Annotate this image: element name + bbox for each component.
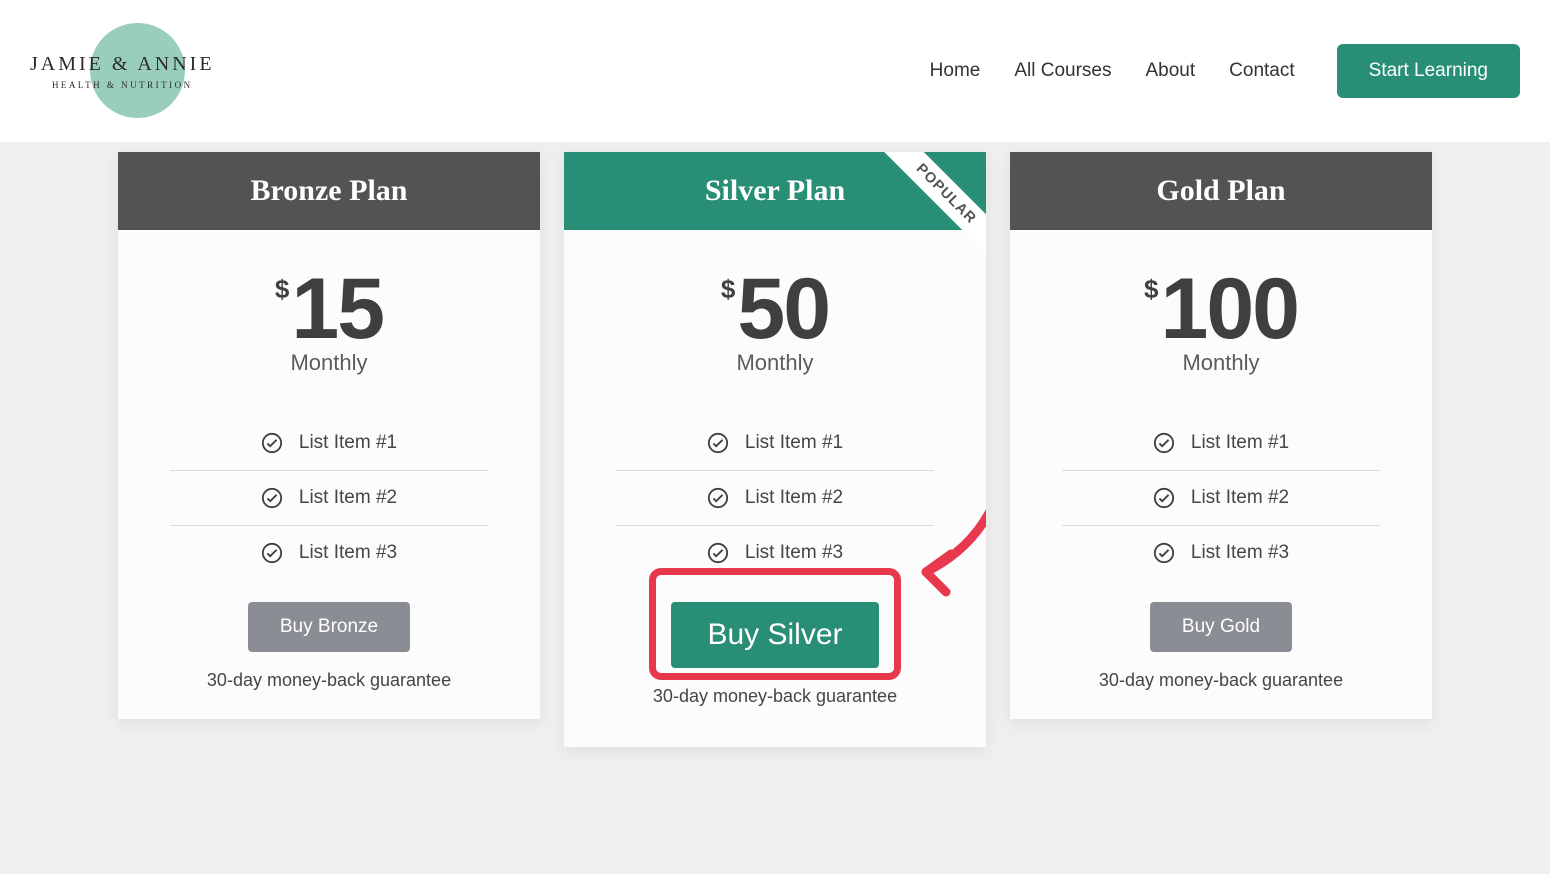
feature-item: List Item #1 (1062, 416, 1380, 471)
feature-item: List Item #2 (616, 471, 934, 526)
site-header: JAMIE & ANNIE HEALTH & NUTRITION Home Al… (0, 0, 1550, 142)
buy-bronze-button[interactable]: Buy Bronze (248, 602, 410, 652)
feature-label: List Item #1 (745, 432, 843, 454)
pricing-table: Bronze Plan $ 15 Monthly List Item #1 Li… (0, 142, 1550, 787)
brand-tagline: HEALTH & NUTRITION (30, 80, 215, 90)
price-amount: 15 (291, 266, 383, 352)
billing-period: Monthly (138, 350, 520, 376)
feature-label: List Item #1 (299, 432, 397, 454)
currency-symbol: $ (1144, 276, 1158, 302)
nav-contact[interactable]: Contact (1229, 60, 1294, 82)
feature-label: List Item #1 (1191, 432, 1289, 454)
feature-item: List Item #2 (1062, 471, 1380, 526)
nav-about[interactable]: About (1146, 60, 1196, 82)
check-icon (261, 432, 283, 454)
price-block: $ 50 Monthly (564, 230, 986, 386)
currency-symbol: $ (721, 276, 735, 302)
feature-list: List Item #1 List Item #2 List Item #3 (616, 416, 934, 580)
price-amount: 100 (1160, 266, 1298, 352)
buy-silver-button[interactable]: Buy Silver (671, 602, 878, 668)
feature-label: List Item #2 (1191, 487, 1289, 509)
start-learning-button[interactable]: Start Learning (1337, 44, 1520, 98)
plan-card-gold: Gold Plan $ 100 Monthly List Item #1 Lis… (1010, 152, 1432, 719)
brand-name: JAMIE & ANNIE (30, 53, 215, 76)
plan-card-bronze: Bronze Plan $ 15 Monthly List Item #1 Li… (118, 152, 540, 719)
feature-label: List Item #3 (299, 542, 397, 564)
plan-title: Gold Plan (1010, 152, 1432, 230)
guarantee-text: 30-day money-back guarantee (1010, 670, 1432, 691)
check-icon (261, 487, 283, 509)
nav-home[interactable]: Home (930, 60, 981, 82)
currency-symbol: $ (275, 276, 289, 302)
price-block: $ 15 Monthly (118, 230, 540, 386)
feature-item: List Item #3 (1062, 526, 1380, 580)
feature-list: List Item #1 List Item #2 List Item #3 (170, 416, 488, 580)
nav-courses[interactable]: All Courses (1014, 60, 1111, 82)
main-nav: Home All Courses About Contact Start Lea… (930, 44, 1520, 98)
check-icon (1153, 487, 1175, 509)
price-block: $ 100 Monthly (1010, 230, 1432, 386)
feature-label: List Item #2 (745, 487, 843, 509)
feature-item: List Item #3 (616, 526, 934, 580)
check-icon (1153, 432, 1175, 454)
brand-logo[interactable]: JAMIE & ANNIE HEALTH & NUTRITION (30, 21, 240, 121)
feature-label: List Item #2 (299, 487, 397, 509)
guarantee-text: 30-day money-back guarantee (118, 670, 540, 691)
plan-card-silver: POPULAR Silver Plan $ 50 Monthly List It… (564, 152, 986, 747)
check-icon (707, 487, 729, 509)
feature-label: List Item #3 (1191, 542, 1289, 564)
buy-gold-button[interactable]: Buy Gold (1150, 602, 1292, 652)
feature-item: List Item #2 (170, 471, 488, 526)
feature-label: List Item #3 (745, 542, 843, 564)
feature-list: List Item #1 List Item #2 List Item #3 (1062, 416, 1380, 580)
feature-item: List Item #1 (616, 416, 934, 471)
check-icon (707, 542, 729, 564)
price-amount: 50 (737, 266, 829, 352)
billing-period: Monthly (1030, 350, 1412, 376)
guarantee-text: 30-day money-back guarantee (564, 686, 986, 707)
check-icon (1153, 542, 1175, 564)
feature-item: List Item #3 (170, 526, 488, 580)
billing-period: Monthly (584, 350, 966, 376)
plan-title: Bronze Plan (118, 152, 540, 230)
plan-title: Silver Plan (564, 152, 986, 230)
check-icon (707, 432, 729, 454)
feature-item: List Item #1 (170, 416, 488, 471)
check-icon (261, 542, 283, 564)
